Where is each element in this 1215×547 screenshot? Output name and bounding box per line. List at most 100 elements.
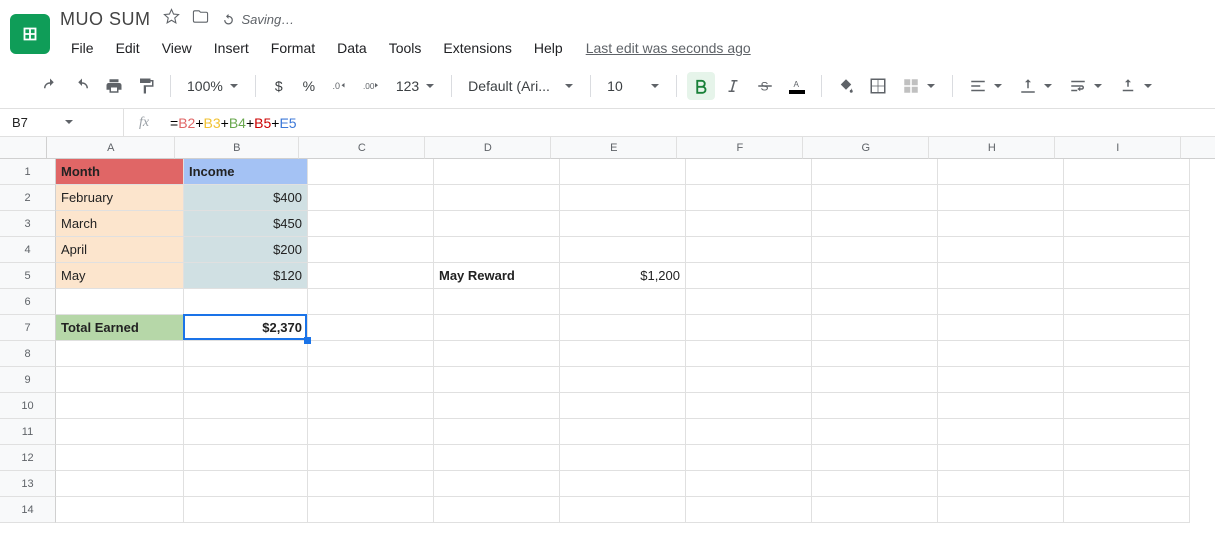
cell-B7[interactable]: $2,370	[184, 315, 308, 341]
cell-B5[interactable]: $120	[184, 263, 308, 289]
formula-bar[interactable]: =B2+B3+B4+B5+E5	[164, 115, 297, 131]
percent-button[interactable]: %	[296, 72, 322, 100]
cell-D4[interactable]	[434, 237, 560, 263]
cell-B6[interactable]	[184, 289, 308, 315]
cell-A11[interactable]	[56, 419, 184, 445]
cell-E1[interactable]	[560, 159, 686, 185]
cell-G5[interactable]	[812, 263, 938, 289]
cell-C2[interactable]	[308, 185, 434, 211]
cell-F11[interactable]	[686, 419, 812, 445]
row-header-11[interactable]: 11	[0, 419, 56, 445]
bold-button[interactable]	[687, 72, 715, 100]
column-header-E[interactable]: E	[551, 137, 677, 159]
increase-decimal-button[interactable]: .00	[358, 72, 386, 100]
cell-G2[interactable]	[812, 185, 938, 211]
text-color-button[interactable]: A	[783, 72, 811, 100]
menu-view[interactable]: View	[151, 36, 203, 60]
vertical-align-dropdown[interactable]	[1013, 73, 1059, 99]
cell-F10[interactable]	[686, 393, 812, 419]
cell-E8[interactable]	[560, 341, 686, 367]
cell-D1[interactable]	[434, 159, 560, 185]
cell-I6[interactable]	[1064, 289, 1190, 315]
zoom-dropdown[interactable]: 100%	[181, 74, 245, 98]
cell-H7[interactable]	[938, 315, 1064, 341]
cell-D10[interactable]	[434, 393, 560, 419]
row-header-3[interactable]: 3	[0, 211, 56, 237]
cell-A12[interactable]	[56, 445, 184, 471]
cell-D7[interactable]	[434, 315, 560, 341]
cell-I7[interactable]	[1064, 315, 1190, 341]
cell-E4[interactable]	[560, 237, 686, 263]
menu-edit[interactable]: Edit	[105, 36, 151, 60]
row-header-13[interactable]: 13	[0, 471, 56, 497]
cell-D12[interactable]	[434, 445, 560, 471]
cell-G14[interactable]	[812, 497, 938, 523]
cell-C7[interactable]	[308, 315, 434, 341]
cell-C6[interactable]	[308, 289, 434, 315]
column-header-I[interactable]: I	[1055, 137, 1181, 159]
cell-F7[interactable]	[686, 315, 812, 341]
cell-G9[interactable]	[812, 367, 938, 393]
menu-help[interactable]: Help	[523, 36, 574, 60]
merge-cells-dropdown[interactable]	[896, 73, 942, 99]
cell-C9[interactable]	[308, 367, 434, 393]
column-header-F[interactable]: F	[677, 137, 803, 159]
fill-color-button[interactable]	[832, 72, 860, 100]
cell-I9[interactable]	[1064, 367, 1190, 393]
cell-A13[interactable]	[56, 471, 184, 497]
cell-D14[interactable]	[434, 497, 560, 523]
cell-B3[interactable]: $450	[184, 211, 308, 237]
cell-E2[interactable]	[560, 185, 686, 211]
currency-button[interactable]: $	[266, 72, 292, 100]
cell-E7[interactable]	[560, 315, 686, 341]
cell-D2[interactable]	[434, 185, 560, 211]
cell-D5[interactable]: May Reward	[434, 263, 560, 289]
cell-A2[interactable]: February	[56, 185, 184, 211]
decrease-decimal-button[interactable]: .0	[326, 72, 354, 100]
cell-F14[interactable]	[686, 497, 812, 523]
row-header-12[interactable]: 12	[0, 445, 56, 471]
cell-D8[interactable]	[434, 341, 560, 367]
row-header-9[interactable]: 9	[0, 367, 56, 393]
cell-A10[interactable]	[56, 393, 184, 419]
row-header-2[interactable]: 2	[0, 185, 56, 211]
cell-E14[interactable]	[560, 497, 686, 523]
cell-G1[interactable]	[812, 159, 938, 185]
cell-E10[interactable]	[560, 393, 686, 419]
cell-E12[interactable]	[560, 445, 686, 471]
redo-button[interactable]	[68, 72, 96, 100]
cell-H8[interactable]	[938, 341, 1064, 367]
cell-F9[interactable]	[686, 367, 812, 393]
cell-H1[interactable]	[938, 159, 1064, 185]
cell-B11[interactable]	[184, 419, 308, 445]
cell-C3[interactable]	[308, 211, 434, 237]
cell-B14[interactable]	[184, 497, 308, 523]
row-header-1[interactable]: 1	[0, 159, 56, 185]
cell-F12[interactable]	[686, 445, 812, 471]
menu-data[interactable]: Data	[326, 36, 378, 60]
text-wrap-dropdown[interactable]	[1063, 73, 1109, 99]
cell-A9[interactable]	[56, 367, 184, 393]
cell-F13[interactable]	[686, 471, 812, 497]
column-header-D[interactable]: D	[425, 137, 551, 159]
cell-I3[interactable]	[1064, 211, 1190, 237]
cell-E5[interactable]: $1,200	[560, 263, 686, 289]
row-header-4[interactable]: 4	[0, 237, 56, 263]
cell-H11[interactable]	[938, 419, 1064, 445]
cell-H3[interactable]	[938, 211, 1064, 237]
cell-F6[interactable]	[686, 289, 812, 315]
select-all-cells[interactable]	[0, 137, 47, 159]
menu-extensions[interactable]: Extensions	[432, 36, 522, 60]
cell-E13[interactable]	[560, 471, 686, 497]
cell-H5[interactable]	[938, 263, 1064, 289]
font-size-dropdown[interactable]: 10	[601, 74, 666, 98]
cell-H9[interactable]	[938, 367, 1064, 393]
cell-C10[interactable]	[308, 393, 434, 419]
cell-A6[interactable]	[56, 289, 184, 315]
cell-F8[interactable]	[686, 341, 812, 367]
name-box-input[interactable]	[6, 115, 64, 130]
cell-E9[interactable]	[560, 367, 686, 393]
cell-A1[interactable]: Month	[56, 159, 184, 185]
cell-I8[interactable]	[1064, 341, 1190, 367]
cell-H2[interactable]	[938, 185, 1064, 211]
